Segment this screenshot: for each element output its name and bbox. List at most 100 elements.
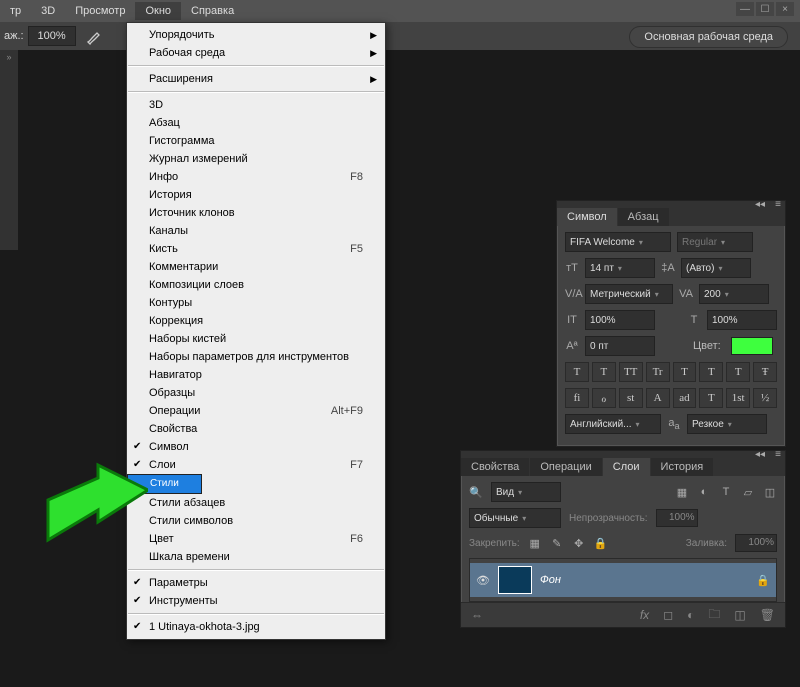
- tracking-input[interactable]: 200▾: [699, 284, 769, 304]
- opacity-input[interactable]: 100%: [656, 509, 698, 527]
- filter-adjust-icon[interactable]: ◐: [697, 486, 711, 498]
- trash-icon[interactable]: 🗑: [760, 608, 775, 622]
- menu-item[interactable]: Наборы кистей: [127, 330, 385, 348]
- panel-menu-icon[interactable]: ≡: [775, 199, 781, 210]
- menu-item[interactable]: ✔СлоиF7: [127, 456, 385, 474]
- type-style-button[interactable]: T: [699, 362, 723, 382]
- chevron-left-icon[interactable]: ◂◂: [755, 199, 765, 210]
- menu-item[interactable]: Стили символов: [127, 512, 385, 530]
- filter-smart-icon[interactable]: ◫: [763, 486, 777, 499]
- menu-item[interactable]: Композиции слоев: [127, 276, 385, 294]
- lock-position-icon[interactable]: ✥: [572, 537, 586, 550]
- tab-character[interactable]: Символ: [557, 208, 617, 226]
- menu-item[interactable]: Источник клонов: [127, 204, 385, 222]
- leading-input[interactable]: (Авто)▾: [681, 258, 751, 278]
- menu-item[interactable]: Образцы: [127, 384, 385, 402]
- workspace-switcher[interactable]: Основная рабочая среда: [629, 26, 788, 48]
- font-family-select[interactable]: FIFA Welcome▾: [565, 232, 671, 252]
- menu-item[interactable]: ЦветF6: [127, 530, 385, 548]
- filter-shape-icon[interactable]: ▱: [741, 486, 755, 499]
- type-style-button[interactable]: Ŧ: [753, 362, 777, 382]
- menu-item[interactable]: ✔Параметры: [127, 574, 385, 592]
- type-style-button[interactable]: T: [565, 362, 589, 382]
- chevron-left-icon[interactable]: ◂◂: [755, 449, 765, 460]
- type-style-button[interactable]: TT: [619, 362, 643, 382]
- menu-item[interactable]: Свойства: [127, 420, 385, 438]
- menu-item[interactable]: Журнал измерений: [127, 150, 385, 168]
- layer-thumbnail[interactable]: [498, 566, 532, 594]
- hscale-input[interactable]: 100%: [707, 310, 777, 330]
- menu-item[interactable]: ✔Символ: [127, 438, 385, 456]
- menu-item[interactable]: ✔1 Utinaya-okhota-3.jpg: [127, 618, 385, 636]
- kerning-select[interactable]: Метрический▾: [585, 284, 673, 304]
- adjustment-layer-icon[interactable]: ◐: [687, 608, 694, 622]
- tab-Слои[interactable]: Слои: [603, 458, 650, 476]
- antialias-select[interactable]: Резкое▾: [687, 414, 767, 434]
- baseline-input[interactable]: 0 пт: [585, 336, 655, 356]
- menu-item[interactable]: ОперацииAlt+F9: [127, 402, 385, 420]
- menu-item[interactable]: Абзац: [127, 114, 385, 132]
- menu-item[interactable]: Расширения▶: [127, 70, 385, 88]
- menu-item[interactable]: История: [127, 186, 385, 204]
- menu-item[interactable]: Рабочая среда▶: [127, 44, 385, 62]
- opentype-button[interactable]: A: [646, 388, 670, 408]
- tab-Операции[interactable]: Операции: [530, 458, 601, 476]
- tab-История[interactable]: История: [651, 458, 714, 476]
- opentype-button[interactable]: ad: [673, 388, 697, 408]
- layer-filter-select[interactable]: Вид▾: [491, 482, 561, 502]
- opentype-button[interactable]: st: [619, 388, 643, 408]
- menu-item[interactable]: Каналы: [127, 222, 385, 240]
- menu-3d[interactable]: 3D: [31, 2, 65, 20]
- link-layers-icon[interactable]: ⇔: [471, 608, 483, 622]
- menu-item[interactable]: Стили абзацев: [127, 494, 385, 512]
- menu-item[interactable]: ИнфоF8: [127, 168, 385, 186]
- opentype-button[interactable]: fi: [565, 388, 589, 408]
- menu-item[interactable]: ✔Инструменты: [127, 592, 385, 610]
- menu-item[interactable]: Коррекция: [127, 312, 385, 330]
- menu-item[interactable]: Гистограмма: [127, 132, 385, 150]
- menu-item[interactable]: 3D: [127, 96, 385, 114]
- panel-menu-icon[interactable]: ≡: [775, 449, 781, 460]
- filter-pixel-icon[interactable]: ▦: [675, 486, 689, 499]
- vscale-input[interactable]: 100%: [585, 310, 655, 330]
- font-style-select[interactable]: Regular▾: [677, 232, 753, 252]
- text-color-swatch[interactable]: [731, 337, 773, 355]
- lock-icon[interactable]: 🔒: [756, 574, 770, 587]
- font-size-input[interactable]: 14 пт▾: [585, 258, 655, 278]
- brush-icon[interactable]: [82, 24, 106, 48]
- layer-row[interactable]: 👁 Фон 🔒: [470, 563, 776, 597]
- type-style-button[interactable]: T: [673, 362, 697, 382]
- layer-fx-icon[interactable]: fx: [640, 608, 649, 622]
- opentype-button[interactable]: ℴ: [592, 388, 616, 408]
- type-style-button[interactable]: T: [726, 362, 750, 382]
- menu-item[interactable]: Стили: [127, 474, 202, 494]
- lock-pixels-icon[interactable]: ▦: [528, 537, 542, 550]
- maximize-icon[interactable]: ☐: [756, 2, 774, 16]
- menu-item[interactable]: Наборы параметров для инструментов: [127, 348, 385, 366]
- type-style-button[interactable]: Tr: [646, 362, 670, 382]
- type-style-button[interactable]: T: [592, 362, 616, 382]
- menu-window[interactable]: Окно: [135, 2, 181, 20]
- blend-mode-select[interactable]: Обычные▾: [469, 508, 561, 528]
- group-icon[interactable]: 🗀: [708, 605, 720, 626]
- visibility-icon[interactable]: 👁: [476, 574, 490, 587]
- layer-mask-icon[interactable]: ◻: [663, 608, 673, 622]
- menu-help[interactable]: Справка: [181, 2, 244, 20]
- menu-view[interactable]: Просмотр: [65, 2, 135, 20]
- fill-input[interactable]: 100%: [735, 534, 777, 552]
- menu-item[interactable]: Комментарии: [127, 258, 385, 276]
- lock-all-icon[interactable]: 🔒: [594, 537, 608, 550]
- menu-item[interactable]: Навигатор: [127, 366, 385, 384]
- new-layer-icon[interactable]: ◫: [734, 608, 745, 622]
- minimize-icon[interactable]: —: [736, 2, 754, 16]
- zoom-input[interactable]: 100%: [28, 26, 76, 46]
- close-icon[interactable]: ×: [776, 2, 794, 16]
- opentype-button[interactable]: T: [699, 388, 723, 408]
- menu-item[interactable]: Контуры: [127, 294, 385, 312]
- tab-Свойства[interactable]: Свойства: [461, 458, 529, 476]
- filter-type-icon[interactable]: T: [719, 486, 733, 498]
- language-select[interactable]: Английский...▾: [565, 414, 661, 434]
- menu-item[interactable]: КистьF5: [127, 240, 385, 258]
- collapse-icon[interactable]: »: [0, 50, 18, 62]
- tab-paragraph[interactable]: Абзац: [618, 208, 669, 226]
